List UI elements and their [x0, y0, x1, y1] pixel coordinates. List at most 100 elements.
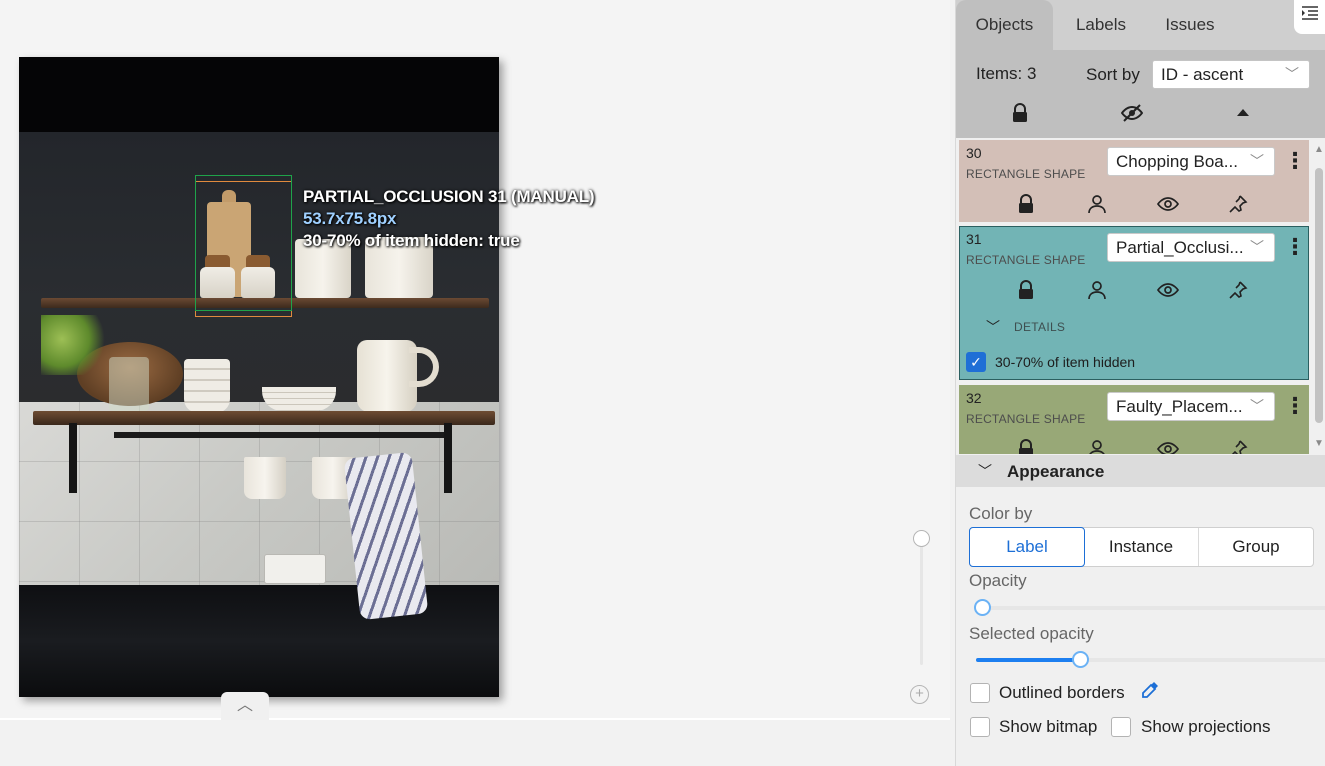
color-by-group-option[interactable]: Group	[1199, 528, 1313, 566]
more-vertical-icon[interactable]: ⋮	[1284, 392, 1306, 422]
object-type: RECTANGLE SHAPE	[966, 253, 1086, 267]
chevron-down-icon: ﹀	[978, 463, 992, 479]
sort-select[interactable]: ID - ascent ﹀	[1152, 60, 1310, 89]
eye-icon[interactable]	[1156, 280, 1180, 302]
opacity-slider-handle[interactable]	[974, 599, 991, 616]
user-icon[interactable]	[1087, 439, 1109, 454]
scroll-down-icon[interactable]: ▼	[1314, 438, 1324, 449]
annotation-size: 53.7x75.8px	[303, 209, 397, 228]
opacity-label: Opacity	[969, 571, 1027, 590]
appearance-header[interactable]: ﹀ Appearance	[956, 455, 1325, 487]
tab-objects[interactable]: Objects	[956, 0, 1053, 50]
menu-fold-icon[interactable]	[1294, 0, 1325, 34]
sort-label: Sort by	[1086, 65, 1140, 84]
color-by-segmented-control: Label Instance Group	[969, 527, 1314, 567]
image-plant	[41, 315, 111, 375]
objects-sidebar: Objects Labels Issues Items: 3 Sort by I…	[955, 0, 1325, 766]
chevron-down-icon[interactable]: ﹀	[986, 317, 1000, 337]
pin-icon[interactable]	[1228, 280, 1250, 302]
sort-select-value: ID - ascent	[1161, 65, 1244, 84]
more-vertical-icon[interactable]: ⋮	[1284, 233, 1306, 263]
show-bitmap-label: Show bitmap	[999, 717, 1098, 736]
object-label-value: Chopping Boa...	[1116, 152, 1238, 171]
tab-issues[interactable]: Issues	[1154, 0, 1226, 50]
image-socket	[264, 554, 326, 584]
attribute-checkbox[interactable]: ✓	[966, 352, 986, 372]
zoom-slider-handle[interactable]	[913, 530, 930, 547]
lock-icon[interactable]	[1017, 280, 1039, 302]
annotation-attribute: 30-70% of item hidden: true	[303, 231, 520, 250]
details-toggle[interactable]: DETAILS	[1014, 320, 1065, 334]
user-icon[interactable]	[1087, 194, 1109, 216]
selected-opacity-label: Selected opacity	[969, 624, 1094, 643]
object-id: 32	[966, 390, 982, 406]
objects-list-scrollbar[interactable]: ▲ ▼	[1313, 140, 1325, 454]
image-rail	[114, 432, 444, 438]
color-by-instance-option[interactable]: Instance	[1084, 528, 1199, 566]
object-card-30[interactable]: 30 RECTANGLE SHAPE Chopping Boa... ﹀ ⋮	[959, 140, 1309, 222]
object-id: 30	[966, 145, 982, 161]
show-projections-checkbox[interactable]	[1111, 717, 1131, 737]
lock-icon[interactable]	[1017, 194, 1039, 216]
object-label-value: Faulty_Placem...	[1116, 397, 1243, 416]
chevron-down-icon: ﹀	[1250, 393, 1264, 420]
object-id: 31	[966, 231, 982, 247]
pin-icon[interactable]	[1228, 194, 1250, 216]
bbox-selected[interactable]	[195, 175, 292, 311]
chevron-up-icon[interactable]: ︿	[221, 692, 269, 720]
eye-off-icon[interactable]	[1120, 103, 1144, 125]
object-label-select[interactable]: Partial_Occlusi... ﹀	[1107, 233, 1275, 262]
image-shelf-lower	[33, 411, 495, 425]
object-type: RECTANGLE SHAPE	[966, 167, 1086, 181]
object-label-select[interactable]: Faulty_Placem... ﹀	[1107, 392, 1275, 421]
show-projections-label: Show projections	[1141, 717, 1271, 736]
annotation-title: PARTIAL_OCCLUSION 31 (MANUAL)	[303, 187, 595, 206]
lock-icon[interactable]	[1017, 439, 1039, 454]
annotation-tooltip: PARTIAL_OCCLUSION 31 (MANUAL) 53.7x75.8p…	[303, 186, 595, 252]
appearance-title: Appearance	[1007, 462, 1105, 481]
opacity-slider[interactable]	[974, 599, 1325, 616]
color-by-label: Color by	[969, 504, 1033, 523]
sidebar-tabs: Objects Labels Issues	[956, 0, 1325, 50]
outlined-borders-checkbox[interactable]	[970, 683, 990, 703]
selected-opacity-slider[interactable]	[976, 651, 1325, 668]
object-card-32[interactable]: 32 RECTANGLE SHAPE Faulty_Placem... ﹀ ⋮	[959, 385, 1309, 454]
object-card-31[interactable]: 31 RECTANGLE SHAPE Partial_Occlusi... ﹀ …	[959, 226, 1309, 380]
objects-list: 30 RECTANGLE SHAPE Chopping Boa... ﹀ ⋮ 3…	[956, 138, 1313, 454]
pin-icon[interactable]	[1228, 439, 1250, 454]
color-by-label-option[interactable]: Label	[969, 527, 1085, 567]
object-label-value: Partial_Occlusi...	[1116, 238, 1244, 257]
eye-icon[interactable]	[1156, 439, 1180, 454]
image-bowl-stack	[184, 359, 230, 413]
object-type: RECTANGLE SHAPE	[966, 412, 1086, 426]
image-glass-jar	[109, 357, 149, 411]
canvas-area[interactable]: PARTIAL_OCCLUSION 31 (MANUAL) 53.7x75.8p…	[0, 0, 950, 720]
chevron-down-icon: ﹀	[1285, 66, 1299, 82]
scrollbar-thumb[interactable]	[1315, 168, 1323, 423]
items-count: Items: 3	[976, 64, 1037, 83]
object-label-select[interactable]: Chopping Boa... ﹀	[1107, 147, 1275, 176]
more-vertical-icon[interactable]: ⋮	[1284, 147, 1306, 177]
image-bracket	[444, 423, 452, 493]
image-jug	[357, 340, 417, 412]
zoom-slider-track[interactable]	[920, 545, 923, 665]
show-bitmap-checkbox[interactable]	[970, 717, 990, 737]
outlined-borders-label: Outlined borders	[999, 683, 1125, 702]
tab-labels[interactable]: Labels	[1061, 0, 1141, 50]
user-icon[interactable]	[1087, 280, 1109, 302]
zoom-in-icon[interactable]: +	[910, 685, 929, 704]
color-picker-icon[interactable]	[1140, 680, 1162, 702]
scroll-up-icon[interactable]: ▲	[1314, 144, 1324, 155]
caret-up-icon[interactable]	[1232, 103, 1254, 125]
chevron-down-icon: ﹀	[1250, 234, 1264, 261]
lock-all-icon[interactable]	[1009, 103, 1031, 125]
image-bracket	[69, 423, 77, 493]
attribute-label: 30-70% of item hidden	[995, 354, 1136, 370]
annotated-image[interactable]	[19, 57, 499, 697]
selected-opacity-slider-handle[interactable]	[1072, 651, 1089, 668]
image-wall-top	[19, 57, 499, 132]
eye-icon[interactable]	[1156, 194, 1180, 216]
bottom-strip	[0, 722, 955, 766]
chevron-down-icon: ﹀	[1250, 148, 1264, 175]
selected-opacity-slider-fill	[976, 658, 1081, 662]
